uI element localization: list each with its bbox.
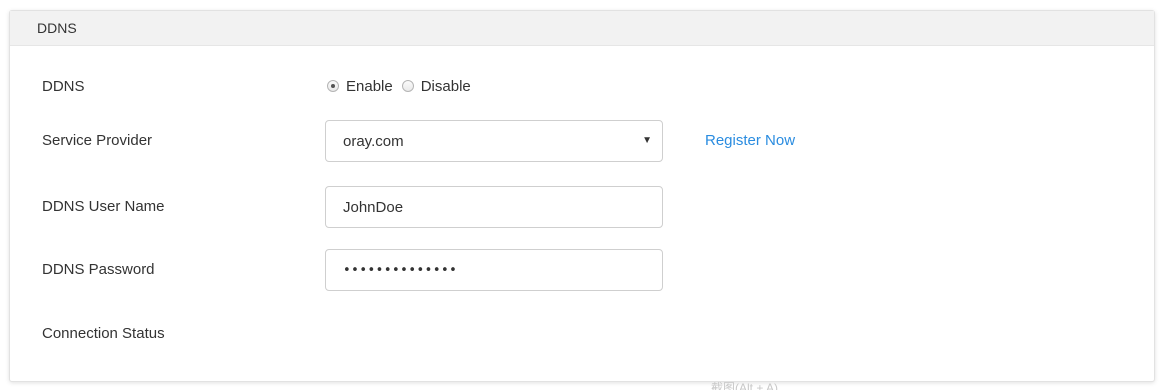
ddns-label: DDNS	[42, 78, 85, 95]
connection-status-label: Connection Status	[42, 325, 165, 342]
password-label: DDNS Password	[42, 261, 155, 278]
service-provider-label: Service Provider	[42, 132, 153, 149]
enable-radio-label[interactable]: Enable	[346, 78, 393, 95]
chevron-down-icon: ▼	[642, 135, 652, 146]
user-name-input[interactable]: JohnDoe	[325, 186, 663, 228]
password-input[interactable]: ••••••••••••••	[325, 249, 663, 291]
register-now-link[interactable]: Register Now	[705, 132, 795, 149]
panel-title: DDNS	[37, 20, 77, 36]
user-name-value: JohnDoe	[343, 198, 404, 216]
screenshot-hint-text: 截图(Alt + A)	[711, 382, 779, 390]
user-name-label: DDNS User Name	[42, 198, 165, 215]
ddns-radio-group: Enable Disable	[327, 76, 480, 96]
password-value: ••••••••••••••	[343, 262, 458, 278]
enable-radio[interactable]	[327, 80, 339, 92]
panel-header: DDNS	[10, 11, 1154, 46]
screenshot-hint-tooltip: 截图(Alt + A)	[711, 382, 831, 390]
service-provider-value: oray.com	[343, 132, 404, 150]
disable-radio[interactable]	[401, 80, 414, 92]
service-provider-select[interactable]: oray.com ▼	[325, 120, 663, 162]
disable-radio-label[interactable]: Disable	[421, 78, 471, 95]
ddns-panel: DDNS DDNS Enable Disable Service Provide…	[9, 10, 1155, 382]
